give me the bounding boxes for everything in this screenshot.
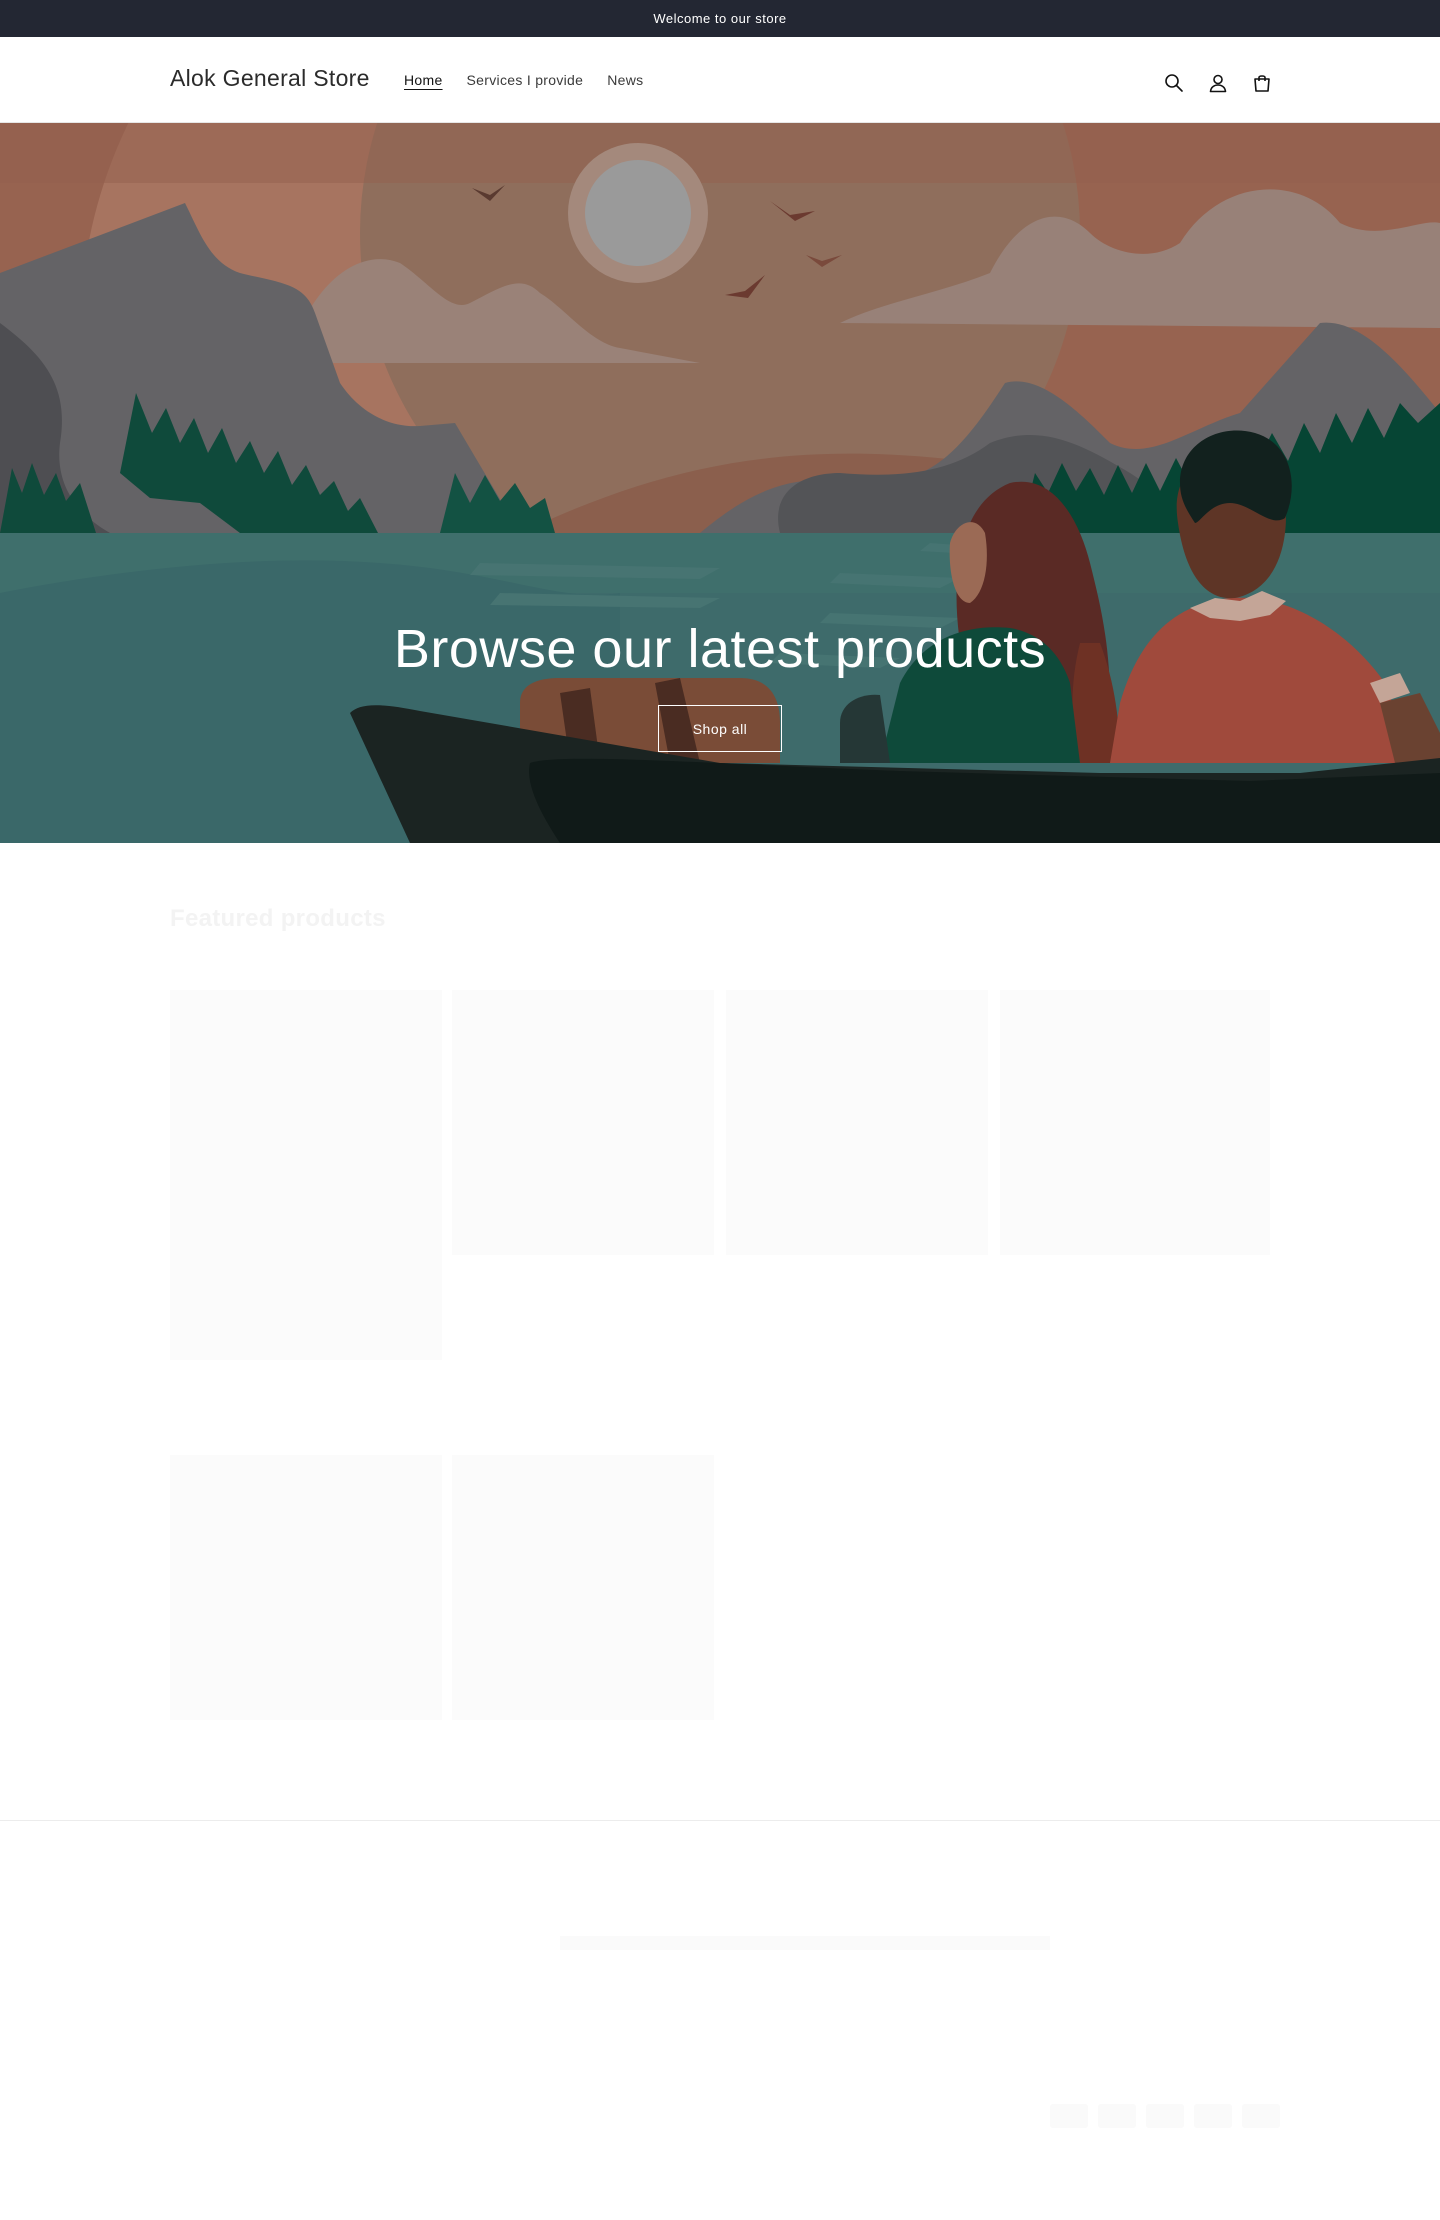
main-nav: Home Services I provide News — [392, 71, 655, 89]
store-logo[interactable]: Alok General Store — [170, 65, 370, 92]
nav-item-home[interactable]: Home — [392, 71, 455, 89]
footer-divider — [0, 1820, 1440, 1821]
payment-icon — [1242, 2104, 1280, 2128]
search-icon[interactable] — [1152, 61, 1196, 105]
nav-item-services[interactable]: Services I provide — [455, 71, 596, 89]
payment-icon — [1194, 2104, 1232, 2128]
product-card[interactable] — [170, 990, 442, 1360]
payment-icon — [1098, 2104, 1136, 2128]
product-card[interactable] — [726, 990, 988, 1255]
account-icon[interactable] — [1196, 61, 1240, 105]
shop-all-button[interactable]: Shop all — [658, 705, 782, 752]
newsletter-input-placeholder[interactable] — [560, 1936, 1050, 1950]
announcement-text: Welcome to our store — [653, 11, 787, 26]
hero-banner: Browse our latest products Shop all — [0, 123, 1440, 843]
product-card[interactable] — [1000, 990, 1270, 1255]
cart-icon[interactable] — [1240, 61, 1284, 105]
payment-icons — [1050, 2104, 1280, 2128]
payment-icon — [1146, 2104, 1184, 2128]
featured-products-title: Featured products — [170, 905, 386, 932]
nav-item-news[interactable]: News — [595, 71, 655, 89]
announcement-bar: Welcome to our store — [0, 0, 1440, 37]
product-card[interactable] — [170, 1455, 442, 1720]
payment-icon — [1050, 2104, 1088, 2128]
product-card[interactable] — [452, 990, 714, 1255]
hero-title: Browse our latest products — [393, 619, 1047, 679]
header-icons — [1152, 61, 1284, 105]
product-card[interactable] — [452, 1455, 714, 1720]
site-header: Alok General Store Home Services I provi… — [0, 37, 1440, 123]
